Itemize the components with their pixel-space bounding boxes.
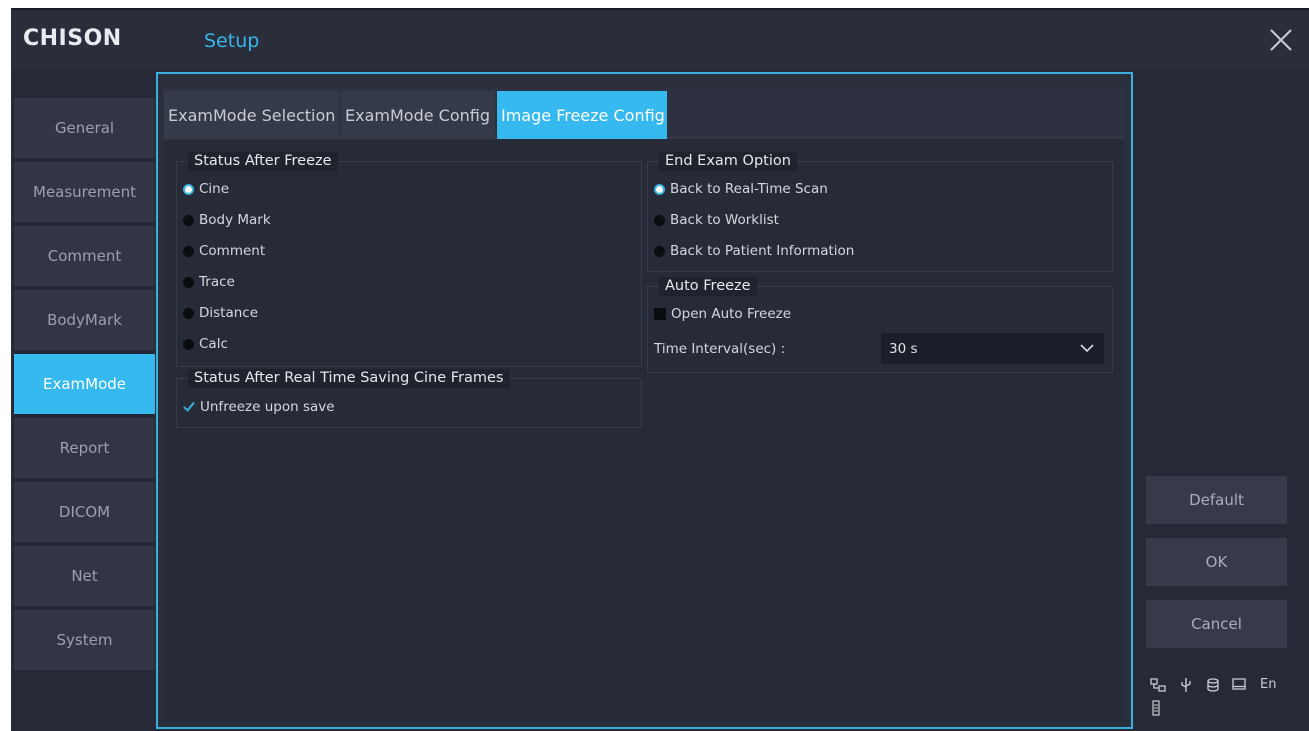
tab-label: Image Freeze Config bbox=[501, 105, 665, 125]
status-after-freeze-group bbox=[176, 161, 642, 367]
auto-freeze-title: Auto Freeze bbox=[659, 277, 757, 296]
unfreeze-upon-save-checkbox[interactable]: Unfreeze upon save bbox=[183, 399, 335, 415]
time-interval-label: Time Interval(sec) : bbox=[654, 341, 786, 357]
radio-icon bbox=[183, 307, 194, 319]
sidebar-item-system[interactable]: System bbox=[14, 610, 155, 670]
radio-label: Trace bbox=[199, 274, 235, 290]
sidebar-item-label: BodyMark bbox=[47, 311, 122, 329]
radio-cine[interactable]: Cine bbox=[183, 181, 229, 197]
radio-icon bbox=[183, 276, 194, 288]
brand-logo: CHISON bbox=[23, 26, 122, 51]
end-exam-option-title: End Exam Option bbox=[659, 152, 797, 171]
cancel-button-label: Cancel bbox=[1191, 615, 1242, 633]
status-after-saving-title: Status After Real Time Saving Cine Frame… bbox=[188, 369, 510, 388]
default-button[interactable]: Default bbox=[1146, 476, 1287, 524]
sidebar-item-general[interactable]: General bbox=[14, 98, 155, 158]
radio-back-to-worklist[interactable]: Back to Worklist bbox=[654, 212, 779, 228]
radio-selected-icon bbox=[183, 183, 194, 195]
database-icon bbox=[1207, 678, 1219, 692]
sidebar-item-label: General bbox=[54, 119, 115, 137]
status-after-freeze-title: Status After Freeze bbox=[188, 152, 338, 171]
open-auto-freeze-checkbox[interactable]: Open Auto Freeze bbox=[654, 306, 791, 322]
battery-icon bbox=[1152, 700, 1160, 716]
network-icon bbox=[1150, 678, 1166, 692]
radio-trace[interactable]: Trace bbox=[183, 274, 235, 290]
chevron-down-icon bbox=[1080, 344, 1094, 353]
monitor-icon bbox=[1232, 678, 1246, 690]
sidebar-item-label: Net bbox=[71, 567, 98, 585]
cancel-button[interactable]: Cancel bbox=[1146, 600, 1287, 648]
radio-icon bbox=[183, 214, 194, 226]
sidebar-item-dicom[interactable]: DICOM bbox=[14, 482, 155, 542]
sidebar-item-label: Comment bbox=[47, 247, 122, 265]
radio-distance[interactable]: Distance bbox=[183, 305, 258, 321]
sidebar-item-measurement[interactable]: Measurement bbox=[14, 162, 155, 222]
checkbox-label: Unfreeze upon save bbox=[200, 399, 335, 415]
radio-selected-icon bbox=[654, 183, 665, 195]
radio-label: Distance bbox=[199, 305, 259, 321]
checkmark-icon bbox=[183, 401, 195, 413]
sidebar-item-label: Report bbox=[59, 439, 110, 457]
radio-back-to-real-time-scan[interactable]: Back to Real-Time Scan bbox=[654, 181, 828, 197]
tab-label: ExamMode Config bbox=[345, 105, 490, 125]
radio-back-to-patient-information[interactable]: Back to Patient Information bbox=[654, 243, 854, 259]
radio-label: Comment bbox=[199, 243, 266, 259]
status-bar: En bbox=[1150, 676, 1290, 720]
radio-body-mark[interactable]: Body Mark bbox=[183, 212, 271, 228]
radio-label: Back to Worklist bbox=[670, 212, 779, 228]
tab-label: ExamMode Selection bbox=[168, 105, 336, 125]
radio-icon bbox=[654, 245, 665, 257]
ok-button[interactable]: OK bbox=[1146, 538, 1287, 586]
sidebar-item-label: System bbox=[56, 631, 113, 649]
ok-button-label: OK bbox=[1205, 553, 1228, 571]
sidebar-item-bodymark[interactable]: BodyMark bbox=[14, 290, 155, 350]
sidebar-item-label: Measurement bbox=[33, 183, 136, 201]
tab-exammode-config[interactable]: ExamMode Config bbox=[341, 91, 495, 139]
radio-icon bbox=[183, 338, 194, 350]
radio-label: Back to Patient Information bbox=[670, 243, 855, 259]
language-indicator[interactable]: En bbox=[1260, 677, 1276, 692]
close-icon[interactable] bbox=[1268, 27, 1294, 53]
sidebar-item-net[interactable]: Net bbox=[14, 546, 155, 606]
tab-image-freeze-config[interactable]: Image Freeze Config bbox=[497, 91, 667, 139]
checkbox-icon bbox=[654, 308, 666, 320]
sidebar-item-label: DICOM bbox=[58, 503, 111, 521]
sidebar-item-exammode[interactable]: ExamMode bbox=[14, 354, 155, 414]
sidebar-item-comment[interactable]: Comment bbox=[14, 226, 155, 286]
radio-label: Body Mark bbox=[199, 212, 271, 228]
window-title: Setup bbox=[204, 30, 260, 52]
radio-calc[interactable]: Calc bbox=[183, 336, 228, 352]
radio-comment[interactable]: Comment bbox=[183, 243, 265, 259]
time-interval-value: 30 s bbox=[889, 340, 918, 357]
usb-icon bbox=[1181, 678, 1191, 692]
radio-label: Calc bbox=[199, 336, 228, 352]
sidebar-item-label: ExamMode bbox=[42, 375, 127, 393]
checkbox-label: Open Auto Freeze bbox=[671, 306, 792, 322]
time-interval-select[interactable]: 30 s bbox=[881, 333, 1104, 364]
tab-exammode-selection[interactable]: ExamMode Selection bbox=[164, 91, 339, 139]
radio-label: Cine bbox=[199, 181, 230, 197]
radio-label: Back to Real-Time Scan bbox=[670, 181, 828, 197]
radio-icon bbox=[183, 245, 194, 257]
default-button-label: Default bbox=[1189, 491, 1244, 509]
sidebar-item-report[interactable]: Report bbox=[14, 418, 155, 478]
radio-icon bbox=[654, 214, 665, 226]
